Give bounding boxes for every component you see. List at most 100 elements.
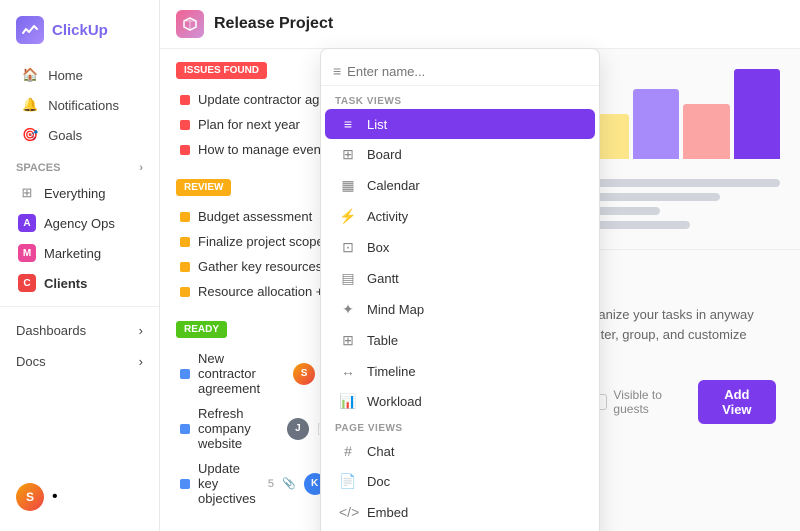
chart-bar-group bbox=[683, 104, 730, 159]
guest-label: Visible to guests bbox=[613, 388, 687, 416]
workload-icon: 📊 bbox=[339, 393, 357, 410]
dropdown-item-embed[interactable]: </> Embed bbox=[325, 497, 595, 527]
spaces-label: Spaces bbox=[16, 162, 60, 174]
main-content: Release Project ISSUES FOUND Update cont… bbox=[160, 0, 800, 531]
task-name: Plan for next year bbox=[198, 117, 300, 132]
sidebar-item-clients[interactable]: C Clients bbox=[2, 268, 157, 298]
project-icon bbox=[176, 10, 204, 38]
embed-icon: </> bbox=[339, 504, 357, 520]
task-status-dot bbox=[180, 479, 190, 489]
search-input[interactable] bbox=[347, 64, 587, 79]
task-status-dot bbox=[180, 212, 190, 222]
item-label: Board bbox=[367, 147, 402, 162]
chart-bar bbox=[683, 104, 730, 159]
collapse-icon[interactable]: › bbox=[139, 162, 143, 174]
table-icon: ⊞ bbox=[339, 332, 357, 349]
sidebar-item-agency-ops[interactable]: A Agency Ops bbox=[2, 208, 157, 238]
task-views-dropdown: ≡ TASK VIEWS ≡ List ⊞ Board ▦ Calendar ⚡… bbox=[320, 48, 600, 531]
task-status-dot bbox=[180, 369, 190, 379]
goals-icon: 🎯 bbox=[22, 127, 38, 143]
chart-bar-group bbox=[633, 89, 680, 159]
task-name: Budget assessment bbox=[198, 209, 312, 224]
marketing-avatar: M bbox=[18, 244, 36, 262]
item-label: List bbox=[367, 117, 387, 132]
dropdown-item-board[interactable]: ⊞ Board bbox=[325, 139, 595, 170]
task-status-dot bbox=[180, 287, 190, 297]
docs-label: Docs bbox=[16, 354, 46, 369]
agency-ops-avatar: A bbox=[18, 214, 36, 232]
dropdown-item-doc[interactable]: 📄 Doc bbox=[325, 466, 595, 497]
list-icon: ≡ bbox=[333, 63, 341, 79]
sidebar-item-goals[interactable]: 🎯 Goals bbox=[6, 120, 153, 150]
chart-bar-group bbox=[734, 69, 781, 159]
sidebar-item-everything[interactable]: ⊞ Everything bbox=[2, 178, 157, 208]
clickup-logo-icon bbox=[16, 16, 44, 44]
chevron-right-icon: › bbox=[139, 323, 143, 338]
sidebar-item-docs[interactable]: Docs › bbox=[0, 346, 159, 377]
add-view-button[interactable]: Add View bbox=[698, 380, 776, 424]
dropdown-item-workload[interactable]: 📊 Workload bbox=[325, 386, 595, 417]
activity-icon: ⚡ bbox=[339, 208, 357, 225]
bell-icon: 🔔 bbox=[22, 97, 38, 113]
sidebar-item-label: Notifications bbox=[48, 98, 119, 113]
review-badge: REVIEW bbox=[176, 179, 231, 196]
dropdown-item-box[interactable]: ⊡ Box bbox=[325, 232, 595, 263]
task-name: Resource allocation + bbox=[198, 284, 323, 299]
task-status-dot bbox=[180, 95, 190, 105]
item-label: Timeline bbox=[367, 364, 416, 379]
item-label: Embed bbox=[367, 505, 408, 520]
dropdown-item-form[interactable]: ✎ Form bbox=[325, 527, 595, 531]
task-name: New contractor agreement bbox=[198, 351, 285, 396]
page-views-section-label: PAGE VIEWS bbox=[321, 417, 599, 436]
chart-bar bbox=[633, 89, 680, 159]
sidebar: ClickUp 🏠 Home 🔔 Notifications 🎯 Goals S… bbox=[0, 0, 160, 531]
dashboards-label: Dashboards bbox=[16, 323, 86, 338]
spaces-section: Spaces › bbox=[0, 150, 159, 178]
gantt-icon: ▤ bbox=[339, 270, 357, 287]
task-name: Update contractor agr... bbox=[198, 92, 334, 107]
dropdown-item-activity[interactable]: ⚡ Activity bbox=[325, 201, 595, 232]
task-status-dot bbox=[180, 145, 190, 155]
chevron-right-icon: › bbox=[139, 354, 143, 369]
space-label: Clients bbox=[44, 276, 87, 291]
task-status-dot bbox=[180, 120, 190, 130]
assignee-avatar: S bbox=[293, 363, 315, 385]
dropdown-item-calendar[interactable]: ▦ Calendar bbox=[325, 170, 595, 201]
calendar-icon: ▦ bbox=[339, 177, 357, 194]
sidebar-item-notifications[interactable]: 🔔 Notifications bbox=[6, 90, 153, 120]
item-label: Box bbox=[367, 240, 389, 255]
page-title: Release Project bbox=[214, 15, 333, 33]
space-label: Agency Ops bbox=[44, 216, 115, 231]
dropdown-item-timeline[interactable]: ↔ Timeline bbox=[325, 356, 595, 386]
item-label: Gantt bbox=[367, 271, 399, 286]
chat-icon: # bbox=[339, 443, 357, 459]
dropdown-item-gantt[interactable]: ▤ Gantt bbox=[325, 263, 595, 294]
dropdown-item-mind-map[interactable]: ✦ Mind Map bbox=[325, 294, 595, 325]
list-icon: ≡ bbox=[339, 116, 357, 132]
user-profile[interactable]: S • bbox=[0, 475, 159, 519]
sidebar-item-home[interactable]: 🏠 Home bbox=[6, 60, 153, 90]
sidebar-item-marketing[interactable]: M Marketing bbox=[2, 238, 157, 268]
sidebar-item-dashboards[interactable]: Dashboards › bbox=[0, 315, 159, 346]
doc-icon: 📄 bbox=[339, 473, 357, 490]
dropdown-search: ≡ bbox=[321, 57, 599, 86]
timeline-icon: ↔ bbox=[339, 363, 357, 379]
task-status-dot bbox=[180, 262, 190, 272]
item-label: Workload bbox=[367, 394, 422, 409]
task-name: How to manage event... bbox=[198, 142, 335, 157]
clients-avatar: C bbox=[18, 274, 36, 292]
task-name: Refresh company website bbox=[198, 406, 279, 451]
issues-badge: ISSUES FOUND bbox=[176, 62, 267, 79]
sidebar-item-label: Goals bbox=[48, 128, 82, 143]
item-label: Calendar bbox=[367, 178, 420, 193]
item-label: Table bbox=[367, 333, 398, 348]
sidebar-item-label: Home bbox=[48, 68, 83, 83]
item-label: Chat bbox=[367, 444, 394, 459]
dropdown-item-list[interactable]: ≡ List bbox=[325, 109, 595, 139]
ready-badge: READY bbox=[176, 321, 227, 338]
space-label: Everything bbox=[44, 186, 105, 201]
dropdown-item-chat[interactable]: # Chat bbox=[325, 436, 595, 466]
guest-visibility-toggle[interactable]: Visible to guests bbox=[594, 388, 688, 416]
dropdown-item-table[interactable]: ⊞ Table bbox=[325, 325, 595, 356]
item-label: Mind Map bbox=[367, 302, 424, 317]
